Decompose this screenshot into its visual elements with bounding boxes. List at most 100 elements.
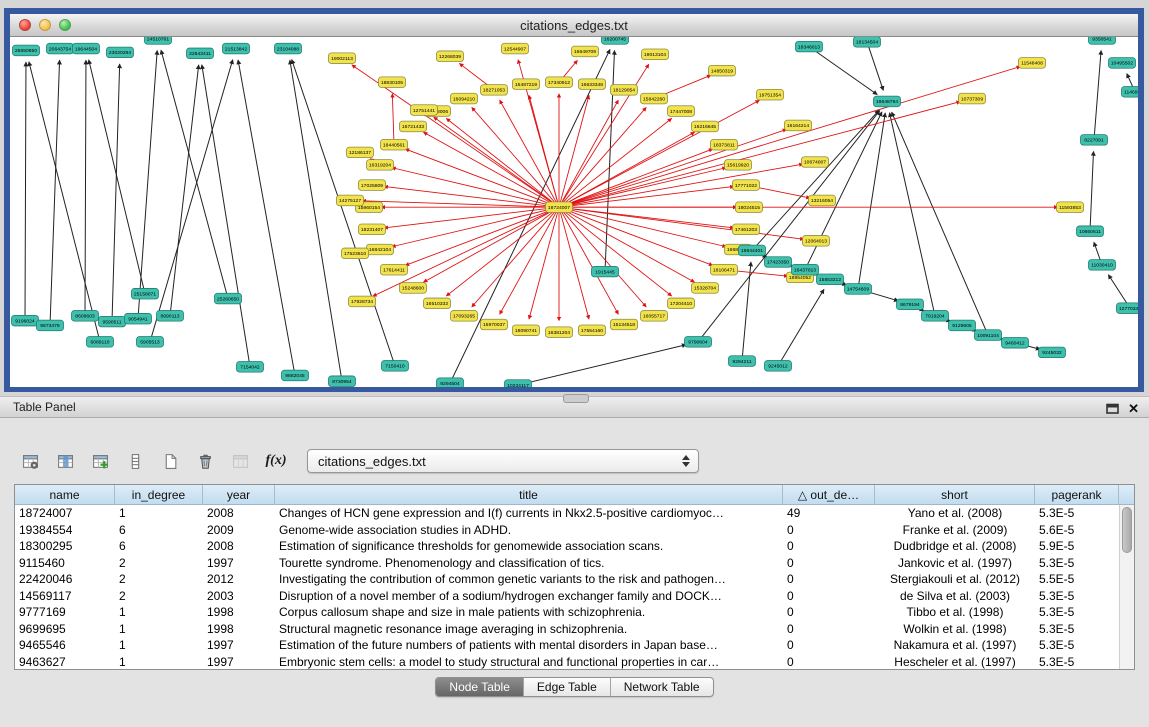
window-titlebar[interactable]: citations_edges.txt bbox=[10, 14, 1138, 37]
graph-node[interactable]: 15487219 bbox=[513, 79, 540, 90]
panel-resize-handle[interactable] bbox=[563, 394, 589, 403]
edit-columns-button[interactable] bbox=[84, 448, 116, 475]
column-header-3[interactable]: title bbox=[275, 485, 783, 505]
graph-node[interactable]: 16319204 bbox=[367, 160, 394, 171]
graph-node[interactable]: 10660611 bbox=[1077, 226, 1104, 237]
graph-node[interactable]: 15134518 bbox=[611, 319, 638, 330]
graph-node[interactable]: 8608603 bbox=[72, 311, 99, 322]
graph-node[interactable]: 8730954 bbox=[329, 376, 356, 387]
graph-node[interactable]: 16510332 bbox=[424, 298, 451, 309]
column-header-0[interactable]: name bbox=[15, 485, 115, 505]
graph-node[interactable]: 15619920 bbox=[725, 160, 752, 171]
graph-node[interactable]: 10674007 bbox=[802, 157, 829, 168]
graph-node[interactable]: 16055717 bbox=[641, 311, 668, 322]
graph-node[interactable]: 16381204 bbox=[546, 327, 573, 338]
graph-node[interactable]: 10737309 bbox=[959, 93, 986, 104]
graph-node[interactable]: 23020284 bbox=[107, 47, 134, 58]
graph-node[interactable]: 12770345 bbox=[1117, 303, 1139, 314]
graph-node[interactable]: 17928734 bbox=[349, 296, 376, 307]
graph-node[interactable]: 9245032 bbox=[1039, 347, 1066, 358]
row-height-button[interactable] bbox=[119, 448, 151, 475]
graph-node[interactable]: 18346013 bbox=[796, 41, 823, 52]
graph-node[interactable]: 12544907 bbox=[502, 43, 529, 54]
create-column-button[interactable] bbox=[154, 448, 186, 475]
table-row[interactable]: 911546021997Tourette syndrome. Phenomeno… bbox=[15, 555, 1119, 572]
table-row[interactable]: 1938455462009Genome-wide association stu… bbox=[15, 522, 1119, 539]
graph-node[interactable]: 18440561 bbox=[381, 139, 408, 150]
graph-node[interactable]: 8679194 bbox=[897, 299, 924, 310]
graph-node[interactable]: 16842104 bbox=[367, 244, 394, 255]
table-row[interactable]: 946554611997Estimation of the future num… bbox=[15, 637, 1119, 654]
graph-node[interactable]: 15853212 bbox=[817, 274, 844, 285]
graph-node[interactable]: 9294504 bbox=[437, 378, 464, 387]
graph-node[interactable]: 18373811 bbox=[711, 139, 738, 150]
graph-node[interactable]: 9790604 bbox=[685, 337, 712, 348]
graph-node[interactable]: 19751354 bbox=[757, 89, 784, 100]
function-builder-button[interactable]: f(x) bbox=[259, 448, 293, 475]
graph-node[interactable]: 16437013 bbox=[792, 264, 819, 275]
graph-node[interactable]: 18106471 bbox=[711, 264, 738, 275]
zoom-button[interactable] bbox=[59, 19, 71, 31]
column-header-6[interactable]: pagerank bbox=[1035, 485, 1119, 505]
graph-node[interactable]: 12186137 bbox=[347, 147, 374, 158]
graph-node[interactable]: 20643754 bbox=[47, 43, 74, 54]
float-panel-button[interactable] bbox=[1106, 403, 1119, 414]
table-row[interactable]: 1456911722003Disruption of a novel membe… bbox=[15, 588, 1119, 605]
graph-node[interactable]: 14850319 bbox=[709, 65, 736, 76]
column-header-1[interactable]: in_degree bbox=[115, 485, 203, 505]
table-row[interactable]: 1830029562008Estimation of significance … bbox=[15, 538, 1119, 555]
graph-node[interactable]: 15970037 bbox=[481, 319, 508, 330]
graph-node[interactable]: 16649709 bbox=[572, 46, 599, 57]
minimize-button[interactable] bbox=[39, 19, 51, 31]
graph-node[interactable]: 17204410 bbox=[668, 298, 695, 309]
graph-node[interactable]: 18129054 bbox=[611, 85, 638, 96]
graph-node[interactable]: 15842260 bbox=[641, 93, 668, 104]
graph-node[interactable]: 8990113 bbox=[157, 311, 184, 322]
table-row[interactable]: 1872400712008Changes of HCN gene express… bbox=[15, 505, 1119, 522]
graph-node[interactable]: 9294211 bbox=[729, 356, 756, 367]
graph-node[interactable]: 16633348 bbox=[579, 79, 606, 90]
graph-node[interactable]: 24510761 bbox=[145, 37, 172, 44]
graph-node[interactable]: 17523610 bbox=[342, 248, 369, 259]
graph-node[interactable]: 7150410 bbox=[382, 361, 409, 372]
graph-node[interactable]: 7919204 bbox=[922, 311, 949, 322]
tab-node-table[interactable]: Node Table bbox=[436, 678, 524, 696]
graph-node[interactable]: 21513842 bbox=[223, 43, 250, 54]
graph-node[interactable]: 11593853 bbox=[1057, 202, 1084, 213]
graph-node[interactable]: 9350541 bbox=[1089, 37, 1116, 44]
graph-node[interactable]: 18644401 bbox=[739, 245, 766, 256]
table-scrollbar[interactable] bbox=[1119, 505, 1134, 669]
graph-node[interactable]: 18271053 bbox=[481, 85, 508, 96]
tab-network-table[interactable]: Network Table bbox=[611, 678, 713, 696]
network-canvas[interactable]: 1872400718024515174612031668442118106471… bbox=[10, 37, 1138, 387]
graph-node[interactable]: 16094210 bbox=[451, 93, 478, 104]
graph-node[interactable]: 17340912 bbox=[546, 77, 573, 88]
graph-node[interactable]: 17614411 bbox=[381, 264, 408, 275]
graph-node[interactable]: 11030410 bbox=[1089, 260, 1116, 271]
table-scrollbar-thumb[interactable] bbox=[1122, 507, 1132, 553]
column-header-5[interactable]: short bbox=[875, 485, 1035, 505]
table-row[interactable]: 969969511998Structural magnetic resonanc… bbox=[15, 621, 1119, 638]
graph-node[interactable]: 18830105 bbox=[379, 77, 406, 88]
graph-node[interactable]: 10495502 bbox=[1109, 58, 1136, 69]
graph-node[interactable]: 17461203 bbox=[733, 224, 760, 235]
graph-node[interactable]: 17423350 bbox=[765, 257, 792, 268]
graph-node[interactable]: 10091104 bbox=[975, 330, 1002, 341]
graph-node[interactable]: 6089110 bbox=[87, 337, 114, 348]
graph-node[interactable]: 19648794 bbox=[874, 96, 901, 107]
graph-node[interactable]: 1915445 bbox=[592, 266, 619, 277]
tab-edge-table[interactable]: Edge Table bbox=[524, 678, 611, 696]
graph-node[interactable]: 7154042 bbox=[237, 362, 264, 373]
graph-node[interactable]: 11548408 bbox=[1019, 58, 1046, 69]
graph-node[interactable]: 15248600 bbox=[400, 283, 427, 294]
graph-node[interactable]: 5905513 bbox=[137, 337, 164, 348]
graph-node[interactable]: 10234117 bbox=[505, 380, 532, 387]
graph-node[interactable]: 18724007 bbox=[546, 202, 573, 213]
graph-node[interactable]: 17771022 bbox=[733, 180, 760, 191]
graph-node[interactable]: 8227091 bbox=[1081, 135, 1108, 146]
table-row[interactable]: 2242004622012Investigating the contribut… bbox=[15, 571, 1119, 588]
graph-node[interactable]: 9245012 bbox=[765, 361, 792, 372]
table-row[interactable]: 977716911998Corpus callosum shape and si… bbox=[15, 604, 1119, 621]
graph-node[interactable]: 25260650 bbox=[215, 293, 242, 304]
graph-node[interactable]: 19002113 bbox=[329, 53, 356, 64]
